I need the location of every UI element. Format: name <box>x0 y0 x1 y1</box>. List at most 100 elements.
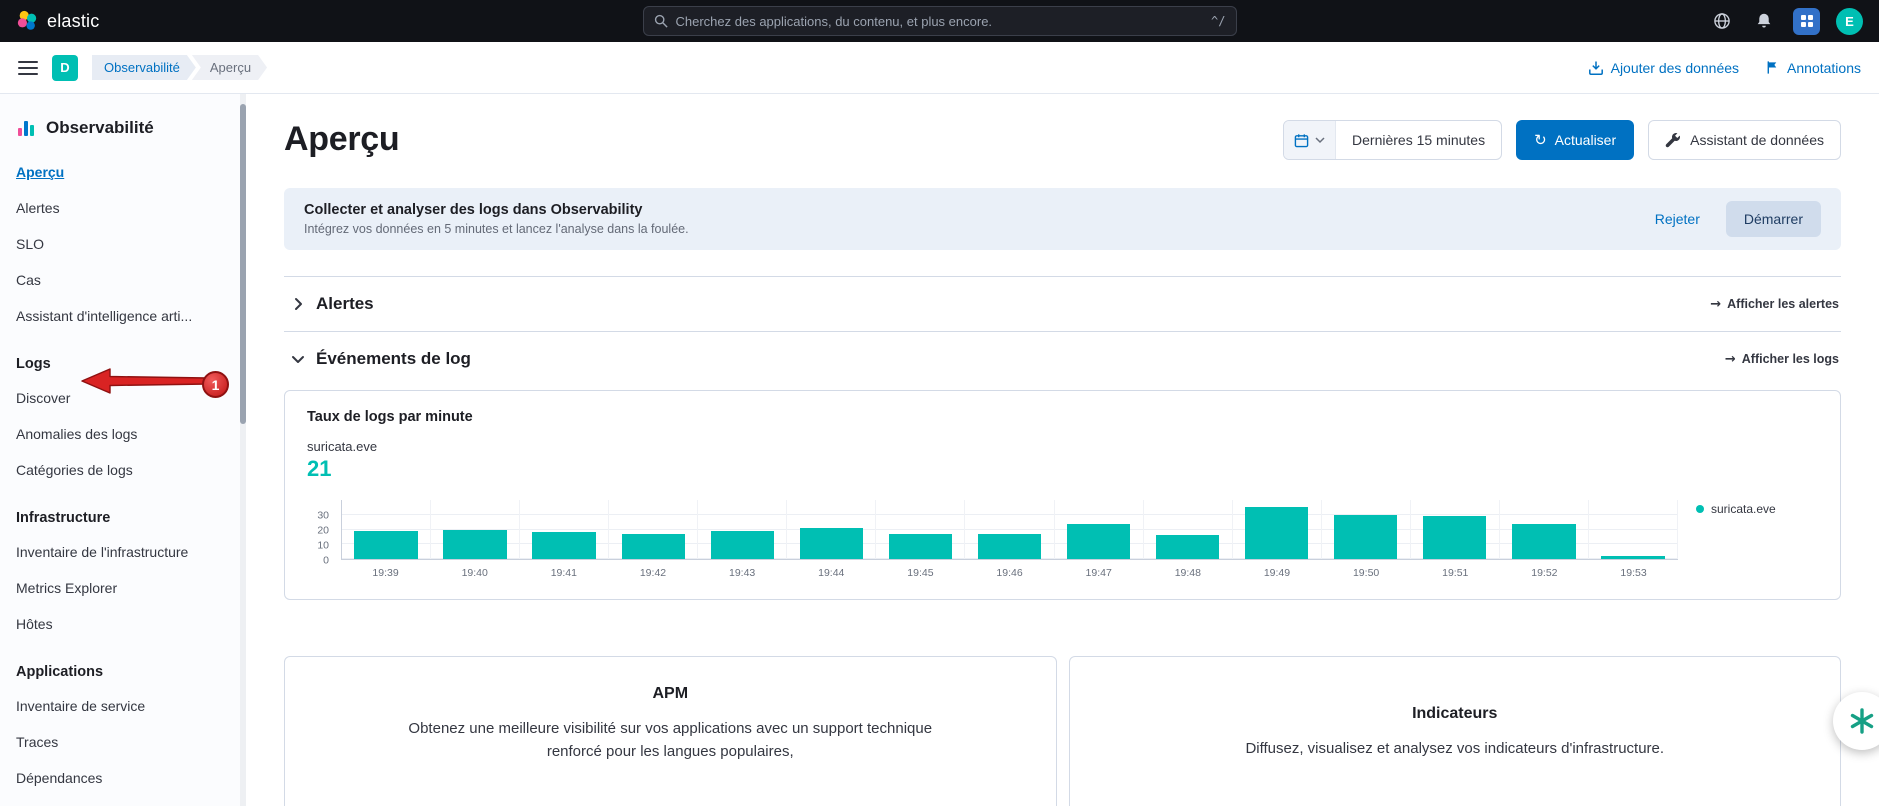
sidebar-item-metrics-explorer[interactable]: Metrics Explorer <box>16 578 226 598</box>
bar[interactable] <box>1334 515 1397 559</box>
chart-legend[interactable]: suricata.eve <box>1678 502 1818 516</box>
x-tick-label: 19:53 <box>1589 567 1678 579</box>
y-axis: 0102030 <box>307 500 333 560</box>
apm-card-title: APM <box>345 685 996 703</box>
start-button[interactable]: Démarrer <box>1726 201 1821 237</box>
x-tick-label: 19:45 <box>876 567 965 579</box>
breadcrumb-observability[interactable]: Observabilité <box>92 55 196 80</box>
x-tick-label: 19:51 <box>1411 567 1500 579</box>
bar-slot <box>1322 500 1411 559</box>
alerts-expand-button[interactable] <box>286 292 310 316</box>
refresh-button[interactable]: ↻ Actualiser <box>1516 120 1634 160</box>
x-tick-label: 19:43 <box>698 567 787 579</box>
bar[interactable] <box>800 528 863 559</box>
quick-select-button[interactable] <box>1284 121 1336 159</box>
bar[interactable] <box>1601 556 1664 559</box>
apps-menu-button[interactable] <box>1793 8 1820 35</box>
annotations-label: Annotations <box>1787 60 1861 76</box>
sidebar-item-apercu[interactable]: Aperçu <box>16 162 226 182</box>
keyboard-shortcut-hint: ^/ <box>1211 14 1225 28</box>
sidebar-item-log-categories[interactable]: Catégories de logs <box>16 460 226 480</box>
bar[interactable] <box>532 532 595 559</box>
bar[interactable] <box>1512 524 1575 559</box>
sidebar-item-ai-assistant[interactable]: Assistant d'intelligence arti... <box>16 306 226 326</box>
refresh-label: Actualiser <box>1555 132 1616 148</box>
bar-slot <box>1411 500 1500 559</box>
sidebar-item-log-anomalies[interactable]: Anomalies des logs <box>16 424 226 444</box>
global-search[interactable]: ^/ <box>643 6 1237 36</box>
page-title: Aperçu <box>284 120 399 159</box>
bar[interactable] <box>354 531 417 559</box>
bar[interactable] <box>1245 507 1308 559</box>
sidebar-item-traces[interactable]: Traces <box>16 732 226 752</box>
x-tick-label: 19:46 <box>965 567 1054 579</box>
x-axis-labels: 19:3919:4019:4119:4219:4319:4419:4519:46… <box>341 567 1678 579</box>
globe-icon[interactable] <box>1709 8 1735 34</box>
bar[interactable] <box>711 531 774 559</box>
bar[interactable] <box>889 534 952 559</box>
metrics-card-text: Diffusez, visualisez et analysez vos ind… <box>1175 737 1735 760</box>
main-content: Aperçu Dernières 15 minutes ↻ Actualiser <box>246 94 1879 806</box>
bar-chart: 0102030 19:3919:4019:4119:4219:4319:4419… <box>307 500 1818 579</box>
x-tick-label: 19:50 <box>1322 567 1411 579</box>
bar-slot <box>965 500 1054 559</box>
alerts-section-header: Alertes Afficher les alertes <box>284 276 1841 331</box>
x-tick-label: 19:39 <box>341 567 430 579</box>
dismiss-button[interactable]: Rejeter <box>1655 211 1700 227</box>
observability-logo-icon <box>16 118 36 138</box>
show-alerts-link[interactable]: Afficher les alertes <box>1710 297 1839 312</box>
sidebar-section-infrastructure: Infrastructure <box>16 510 226 526</box>
banner-title: Collecter et analyser des logs dans Obse… <box>304 202 689 218</box>
sidebar-item-hosts[interactable]: Hôtes <box>16 614 226 634</box>
log-rate-panel: Taux de logs par minute suricata.eve 21 … <box>284 390 1841 600</box>
show-logs-link[interactable]: Afficher les logs <box>1725 352 1839 367</box>
add-data-link[interactable]: Ajouter des données <box>1588 60 1739 76</box>
elastic-brand[interactable]: elastic <box>16 10 99 32</box>
sidebar-item-infra-inventory[interactable]: Inventaire de l'infrastructure <box>16 542 226 562</box>
search-input[interactable] <box>676 14 1204 29</box>
bar-slot <box>431 500 520 559</box>
menu-icon[interactable] <box>18 61 38 75</box>
grid-icon <box>1800 14 1814 28</box>
bar[interactable] <box>1156 535 1219 559</box>
sidebar-item-dependencies[interactable]: Dépendances <box>16 768 226 788</box>
bar[interactable] <box>978 534 1041 559</box>
time-range-button[interactable]: Dernières 15 minutes <box>1336 121 1501 159</box>
notifications-icon[interactable] <box>1751 8 1777 34</box>
metrics-card-title: Indicateurs <box>1130 705 1781 723</box>
brand-label: elastic <box>47 11 99 32</box>
bar-slot <box>609 500 698 559</box>
alerts-section-title: Alertes <box>316 294 374 314</box>
data-assistant-button[interactable]: Assistant de données <box>1648 120 1841 160</box>
bar-slot <box>342 500 431 559</box>
add-data-icon <box>1588 60 1604 76</box>
deployment-badge[interactable]: D <box>52 55 78 81</box>
bar-slot <box>698 500 787 559</box>
bar[interactable] <box>622 534 685 559</box>
sidebar-scrollbar-thumb[interactable] <box>240 104 246 424</box>
bar-slot <box>787 500 876 559</box>
sidebar-item-service-inventory[interactable]: Inventaire de service <box>16 696 226 716</box>
y-tick-label: 20 <box>317 525 329 536</box>
breadcrumb-overview: Aperçu <box>192 55 267 80</box>
legend-label: suricata.eve <box>1711 502 1776 516</box>
bar[interactable] <box>443 530 506 560</box>
user-avatar[interactable]: E <box>1836 8 1863 35</box>
sidebar-item-cas[interactable]: Cas <box>16 270 226 290</box>
sidebar-item-alertes[interactable]: Alertes <box>16 198 226 218</box>
bar[interactable] <box>1067 524 1130 559</box>
sidebar-title-row: Observabilité <box>16 118 226 138</box>
x-tick-label: 19:49 <box>1232 567 1321 579</box>
log-events-collapse-button[interactable] <box>286 347 310 371</box>
bar-slot <box>1589 500 1678 559</box>
sidebar-section-applications: Applications <box>16 664 226 680</box>
wrench-icon <box>1665 132 1681 148</box>
metrics-card[interactable]: Indicateurs Diffusez, visualisez et anal… <box>1069 656 1842 806</box>
log-events-section-header: Événements de log Afficher les logs <box>284 331 1841 386</box>
y-tick-label: 10 <box>317 540 329 551</box>
annotations-link[interactable]: Annotations <box>1765 60 1861 76</box>
bar[interactable] <box>1423 516 1486 559</box>
apm-card[interactable]: APM Obtenez une meilleure visibilité sur… <box>284 656 1057 806</box>
sidebar-item-slo[interactable]: SLO <box>16 234 226 254</box>
sidebar-item-discover[interactable]: Discover <box>16 388 226 408</box>
